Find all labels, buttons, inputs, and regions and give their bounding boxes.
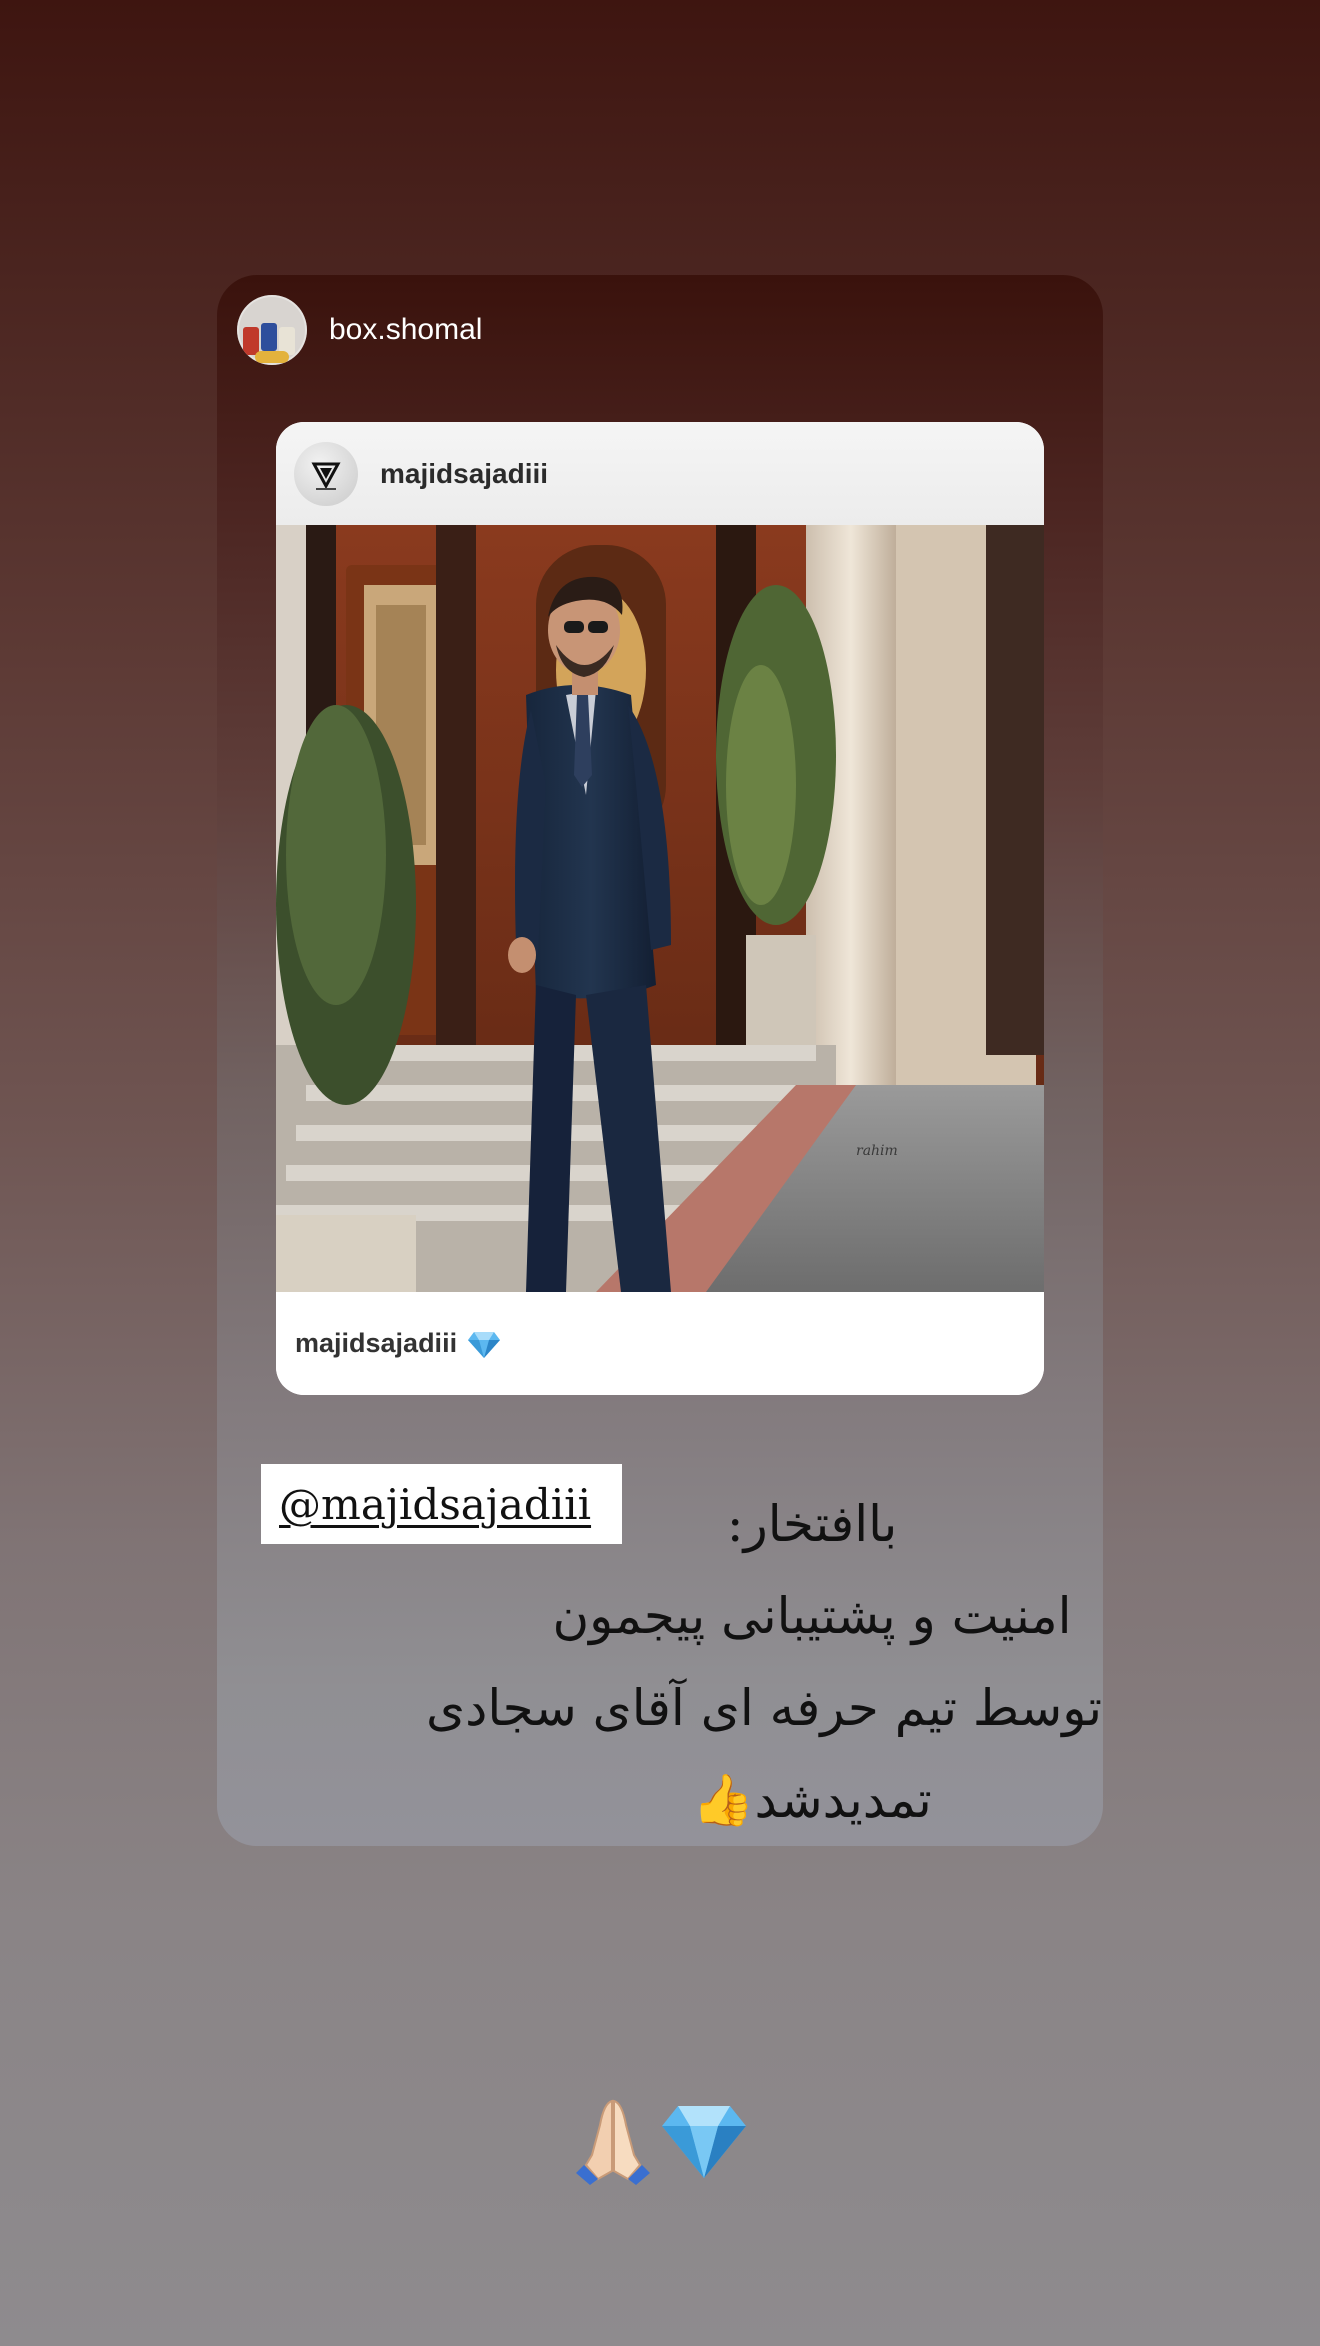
post-header[interactable]: majidsajadiii [276, 422, 1044, 525]
jar-icon [261, 323, 277, 351]
post-avatar[interactable] [294, 441, 358, 506]
svg-text:rahim: rahim [856, 1143, 898, 1159]
shared-post[interactable]: majidsajadiii rahim majidsajadiii [276, 422, 1044, 1395]
story-card: box.shomal majidsajadiii rahim majidsaja… [217, 275, 1103, 1846]
jar-icon [243, 327, 259, 355]
author-username[interactable]: box.shomal [329, 313, 482, 347]
story-author[interactable]: box.shomal [237, 295, 482, 365]
folded-hands-icon [568, 2095, 658, 2190]
footer-username[interactable]: majidsajadiii [295, 1328, 457, 1359]
caption-line: تمدیدشد👍 [692, 1771, 932, 1829]
story-caption: باافتخار: امنیت و پشتیبانی پیجمون توسط ت… [425, 1478, 1102, 1846]
gem-icon [467, 1329, 501, 1359]
gem-icon [660, 2100, 748, 2185]
post-footer[interactable]: majidsajadiii [276, 1292, 1044, 1395]
author-avatar[interactable] [237, 295, 307, 365]
lid-icon [255, 351, 289, 363]
caption-line: امنیت و پشتیبانی پیجمون [552, 1587, 1072, 1645]
bottom-emojis [568, 2094, 748, 2190]
caption-line: باافتخار: [726, 1495, 898, 1553]
brand-logo-icon [311, 462, 341, 490]
post-username[interactable]: majidsajadiii [380, 458, 548, 490]
caption-line: توسط تیم حرفه ای آقای سجادی [425, 1679, 1102, 1737]
man-in-navy-suit-photo-icon: rahim [276, 525, 1044, 1292]
post-photo[interactable]: rahim [276, 525, 1044, 1292]
